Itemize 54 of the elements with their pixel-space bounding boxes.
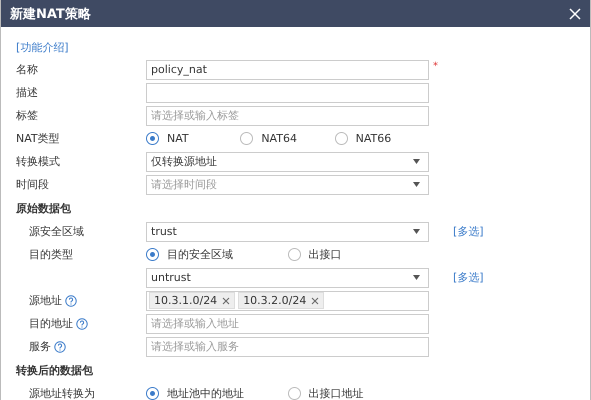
radio-button[interactable] (146, 248, 159, 261)
radio-label: NAT66 (356, 132, 392, 145)
radio-label: 地址池中的地址 (167, 386, 244, 400)
field-label: 描述 (16, 85, 38, 100)
section-heading: 原始数据包 (15, 200, 72, 216)
text-field[interactable]: 请选择或输入标签 (146, 106, 429, 126)
intro-link[interactable]: [功能介绍] (16, 40, 69, 54)
window-title: 新建NAT策略 (10, 6, 91, 22)
help-icon[interactable] (65, 294, 77, 306)
tag-field[interactable]: 10.3.1.0/24 10.3.2.0/24 (146, 290, 429, 310)
field-label: 标签 (16, 108, 38, 123)
caret-icon (413, 182, 420, 187)
text-field[interactable] (146, 82, 429, 102)
field-label: 源安全区域 (29, 224, 84, 239)
field-label: 时间段 (16, 177, 49, 192)
field-label: 源地址 (29, 293, 62, 308)
field-label: NAT类型 (16, 131, 60, 146)
remove-icon[interactable] (311, 296, 320, 304)
radio-button[interactable] (288, 248, 300, 261)
field-label: 目的地址 (29, 316, 73, 331)
multi-select-link[interactable]: [多选] (453, 224, 484, 239)
help-icon[interactable] (54, 340, 66, 352)
radio-label: 出接口地址 (308, 386, 364, 400)
radio-label: NAT64 (261, 132, 297, 145)
radio-label: NAT (167, 132, 189, 145)
caret-icon (413, 159, 420, 164)
address-tag: 10.3.2.0/24 (238, 292, 324, 309)
radio-label: 目的安全区域 (167, 247, 233, 262)
caret-icon (413, 229, 420, 234)
field-label: 名称 (16, 62, 38, 77)
field-label: 转换模式 (16, 154, 60, 169)
remove-icon[interactable] (222, 296, 230, 304)
dropdown[interactable]: trust (146, 222, 429, 242)
address-tag: 10.3.1.0/24 (149, 292, 236, 309)
field-label: 服务 (29, 339, 51, 354)
help-icon[interactable] (76, 318, 88, 330)
radio-button[interactable] (146, 387, 159, 400)
text-field[interactable]: 请选择或输入地址 (146, 314, 429, 334)
dropdown[interactable]: 仅转换源地址 (146, 152, 429, 172)
multi-select-link[interactable]: [多选] (453, 270, 484, 285)
text-field[interactable]: 请选择或输入服务 (146, 336, 429, 356)
radio-button[interactable] (240, 132, 254, 145)
text-field[interactable]: policy_nat (146, 60, 429, 80)
radio-button[interactable] (288, 387, 300, 400)
field-label: 目的类型 (29, 247, 73, 262)
radio-button[interactable] (146, 132, 159, 145)
section-heading: 转换后的数据包 (14, 362, 94, 378)
radio-label: 出接口 (308, 247, 342, 262)
required-mark: * (433, 61, 438, 72)
close-icon[interactable] (569, 8, 581, 20)
caret-icon (413, 275, 420, 280)
field-label: 源地址转换为 (29, 386, 95, 400)
dropdown[interactable]: untrust (146, 268, 429, 288)
radio-button[interactable] (334, 132, 348, 145)
